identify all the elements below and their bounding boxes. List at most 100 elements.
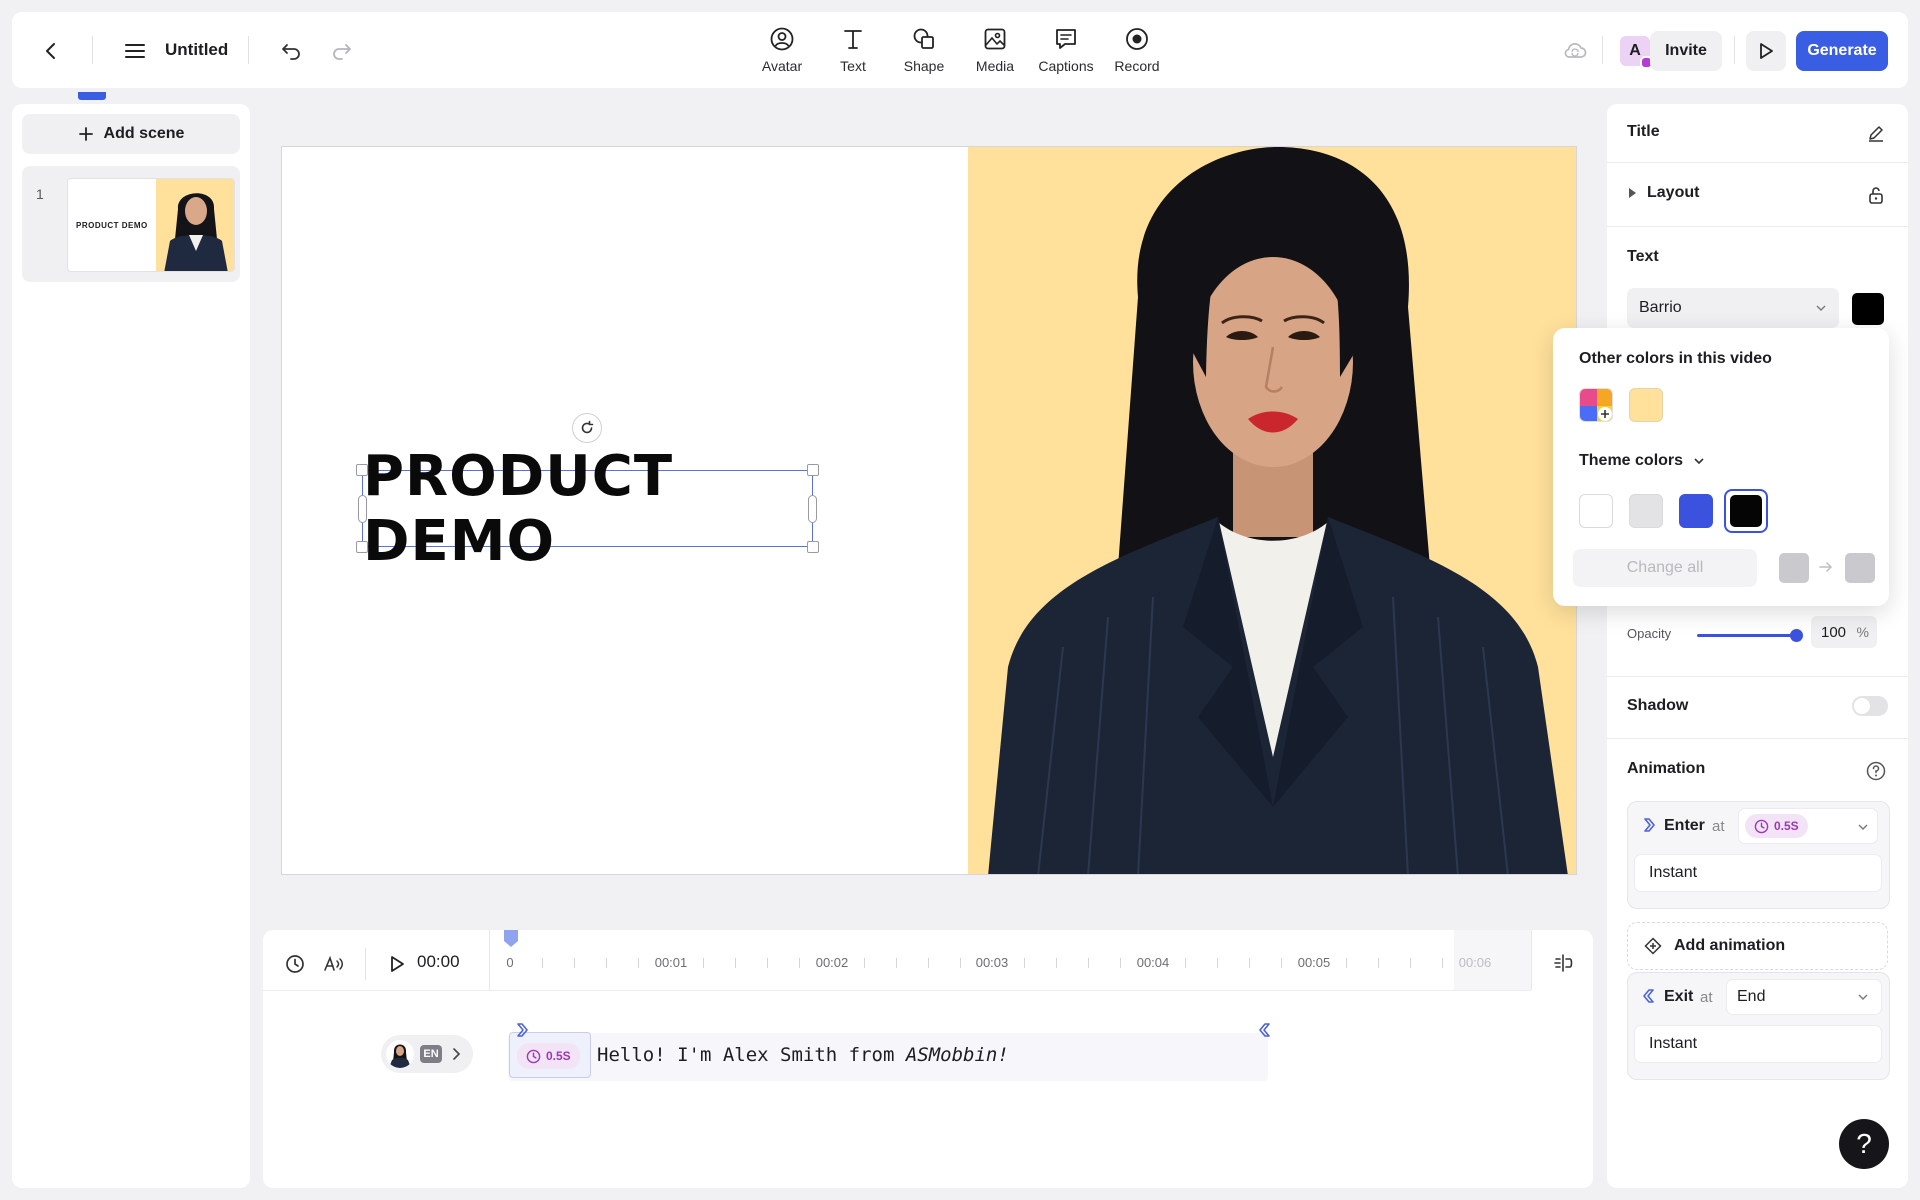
heading-text-box[interactable]: PRODUCT DEMO [356, 444, 819, 574]
theme-color-white[interactable] [1579, 494, 1613, 528]
layout-section-toggle[interactable]: Layout [1627, 184, 1699, 202]
tick [606, 958, 607, 968]
record-tool-button[interactable]: Record [1102, 20, 1172, 80]
cloud-sync-icon [1564, 43, 1587, 58]
avatar-tool-button[interactable]: Avatar [747, 20, 817, 80]
color-wheel-add-icon [1580, 389, 1612, 421]
invite-button[interactable]: Invite [1650, 31, 1722, 71]
split-view-icon [1554, 954, 1573, 972]
tick [542, 958, 543, 968]
timeline-ruler[interactable]: 0 00:01 00:02 00:03 00:04 00:05 00:06 [263, 930, 1593, 990]
properties-panel: Title Layout Text Barrio Opacity 100 % S… [1607, 104, 1908, 1188]
resize-handle-top-right[interactable] [807, 464, 819, 476]
preview-button[interactable] [1746, 31, 1786, 71]
divider [1607, 676, 1908, 677]
scene-number: 1 [36, 186, 44, 202]
scene-card[interactable]: 1 PRODUCT DEMO [22, 166, 240, 282]
captions-tool-button[interactable]: Captions [1031, 20, 1101, 80]
exit-marker[interactable] [1258, 1022, 1272, 1038]
opacity-label: Opacity [1627, 626, 1672, 641]
text-tool-button[interactable]: Text [818, 20, 888, 80]
timeline-toggle-button[interactable] [1548, 948, 1578, 978]
change-all-button[interactable]: Change all [1573, 549, 1757, 587]
avatar-tool-label: Avatar [761, 58, 803, 74]
enter-at-select[interactable]: 0.5S [1738, 808, 1878, 844]
add-scene-button[interactable]: Add scene [22, 114, 240, 154]
divider [92, 36, 93, 64]
opacity-input[interactable]: 100 % [1811, 616, 1877, 648]
add-animation-label: Add animation [1674, 937, 1786, 954]
resize-handle-top-left[interactable] [356, 464, 368, 476]
resize-handle-left[interactable] [358, 495, 367, 523]
add-animation-button[interactable]: Add animation [1627, 922, 1888, 970]
clock-icon [526, 1049, 541, 1063]
theme-color-blue[interactable] [1679, 494, 1713, 528]
font-select[interactable]: Barrio [1627, 288, 1839, 328]
tick [638, 958, 639, 968]
divider [1531, 930, 1532, 990]
tick-label: 0 [506, 955, 514, 970]
redo-button[interactable] [327, 36, 357, 66]
shadow-toggle[interactable] [1852, 696, 1888, 716]
rename-button[interactable] [1863, 120, 1889, 146]
pause-block[interactable]: 0.5S [509, 1032, 591, 1078]
avatar-background [968, 147, 1577, 875]
resize-handle-bottom-left[interactable] [356, 541, 368, 553]
opacity-slider-thumb[interactable] [1790, 629, 1803, 642]
layout-lock-button[interactable] [1863, 182, 1889, 208]
tick-label: 00:01 [654, 955, 688, 970]
language-badge[interactable]: EN [420, 1045, 442, 1063]
tick [896, 958, 897, 968]
enter-delay-value: 0.5S [1774, 819, 1799, 833]
enter-type-select[interactable]: Instant [1634, 854, 1882, 892]
theme-color-black-selected[interactable] [1724, 489, 1768, 533]
avatar-track-chip[interactable]: EN [381, 1035, 473, 1073]
add-scene-label: Add scene [103, 125, 185, 142]
theme-colors-toggle[interactable]: Theme colors [1579, 452, 1705, 470]
playhead[interactable] [503, 930, 519, 948]
user-avatar[interactable]: A [1620, 36, 1653, 69]
change-arrow [1817, 558, 1835, 576]
resize-handle-bottom-right[interactable] [807, 541, 819, 553]
cloud-sync-status[interactable] [1560, 36, 1590, 66]
opacity-slider[interactable] [1697, 629, 1803, 642]
project-title[interactable]: Untitled [165, 40, 228, 60]
video-color-swatch[interactable] [1629, 388, 1663, 422]
plus-icon [78, 127, 93, 141]
menu-button[interactable] [120, 36, 150, 66]
tick [1281, 958, 1282, 968]
chevron-left-icon [46, 43, 55, 59]
script-text[interactable]: Hello! I'm Alex Smith from ASMobbin! [597, 1044, 1009, 1066]
generate-button[interactable]: Generate [1796, 31, 1888, 71]
divider [1734, 36, 1735, 64]
rotate-handle[interactable] [572, 413, 602, 443]
avatar-figure[interactable] [968, 147, 1577, 875]
exit-at-select[interactable]: End [1726, 979, 1882, 1015]
scene-canvas[interactable]: PRODUCT DEMO [281, 146, 1577, 875]
back-button[interactable] [36, 36, 66, 66]
theme-color-light-gray[interactable] [1629, 494, 1663, 528]
chevron-down-icon [1816, 305, 1826, 311]
tick [1088, 958, 1089, 968]
shape-tool-button[interactable]: Shape [889, 20, 959, 80]
custom-color-button[interactable] [1579, 388, 1613, 422]
playhead-marker-icon [504, 930, 518, 947]
enter-at-label: at [1712, 818, 1725, 835]
heading-text[interactable]: PRODUCT DEMO [363, 444, 812, 574]
undo-button[interactable] [276, 36, 306, 66]
resize-handle-right[interactable] [808, 495, 817, 523]
help-button[interactable]: ? [1839, 1119, 1889, 1169]
redo-icon [333, 44, 351, 60]
animation-help-button[interactable] [1863, 758, 1889, 784]
divider [248, 36, 249, 64]
text-color-swatch[interactable] [1852, 293, 1884, 325]
track-expand-button[interactable] [449, 1045, 463, 1063]
exit-animation-box: Exit at End Instant [1627, 972, 1890, 1080]
media-tool-button[interactable]: Media [960, 20, 1030, 80]
exit-type-select[interactable]: Instant [1634, 1025, 1882, 1063]
scene-thumbnail-avatar [156, 179, 234, 271]
arrow-right-icon [1819, 562, 1833, 572]
pause-duration-badge[interactable]: 0.5S [517, 1043, 580, 1069]
chevron-down-icon [1858, 824, 1868, 830]
enter-marker[interactable] [515, 1022, 529, 1038]
